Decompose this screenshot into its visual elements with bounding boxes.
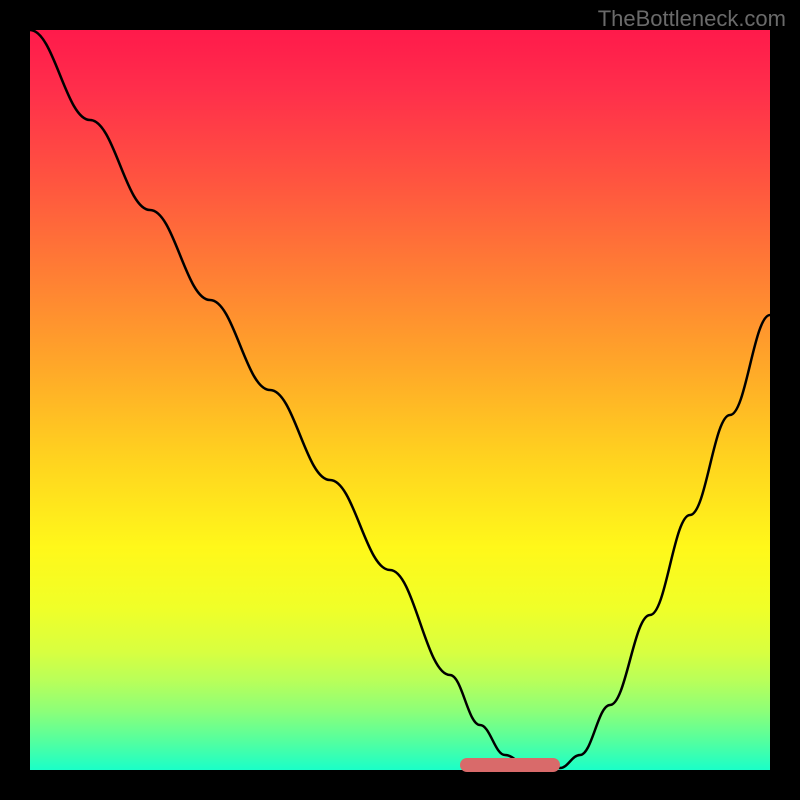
watermark-text: TheBottleneck.com xyxy=(598,6,786,32)
curve-svg xyxy=(30,30,770,770)
plot-area xyxy=(30,30,770,770)
chart-container: TheBottleneck.com xyxy=(0,0,800,800)
optimal-range-marker xyxy=(460,758,560,772)
bottleneck-curve xyxy=(30,30,770,768)
